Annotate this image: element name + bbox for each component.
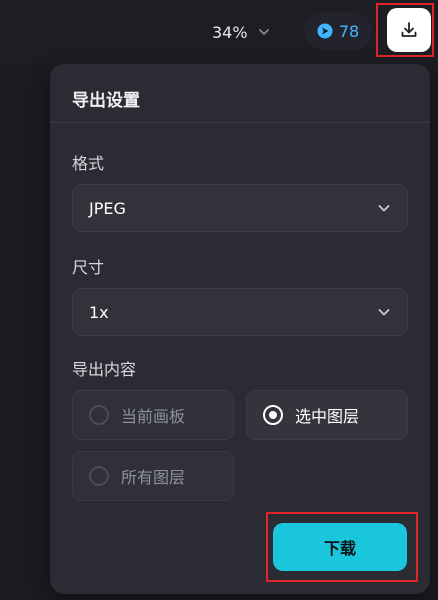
chevron-down-icon [378,309,390,316]
panel-divider [50,122,430,123]
format-select[interactable]: JPEG [72,184,408,232]
download-submit-button[interactable]: 下载 [273,523,407,571]
format-value: JPEG [89,198,126,218]
format-label: 格式 [72,154,105,173]
download-icon [401,22,417,37]
radio-icon [89,405,109,425]
credits-count: 78 [338,21,360,41]
option-label: 选中图层 [295,407,360,426]
chevron-down-icon [258,29,269,35]
radio-selected-icon [263,405,283,425]
panel-title: 导出设置 [72,91,140,111]
radio-icon [89,466,109,486]
size-select[interactable]: 1x [72,288,408,336]
chevron-down-icon [378,205,390,212]
option-current-artboard[interactable]: 当前画板 [72,390,234,440]
size-value: 1x [89,302,109,322]
option-label: 当前画板 [121,407,186,426]
credits-icon [317,23,333,39]
export-download-button[interactable] [387,8,431,52]
export-content-label: 导出内容 [72,360,137,379]
option-all-layers[interactable]: 所有图层 [72,451,234,501]
credits-badge[interactable]: 78 [304,12,372,50]
option-label: 所有图层 [121,468,186,487]
zoom-value: 34% [212,22,248,42]
zoom-dropdown[interactable]: 34% [212,18,270,46]
top-toolbar: 34% 78 [0,0,438,64]
option-selected-layers[interactable]: 选中图层 [246,390,408,440]
size-label: 尺寸 [72,258,105,277]
